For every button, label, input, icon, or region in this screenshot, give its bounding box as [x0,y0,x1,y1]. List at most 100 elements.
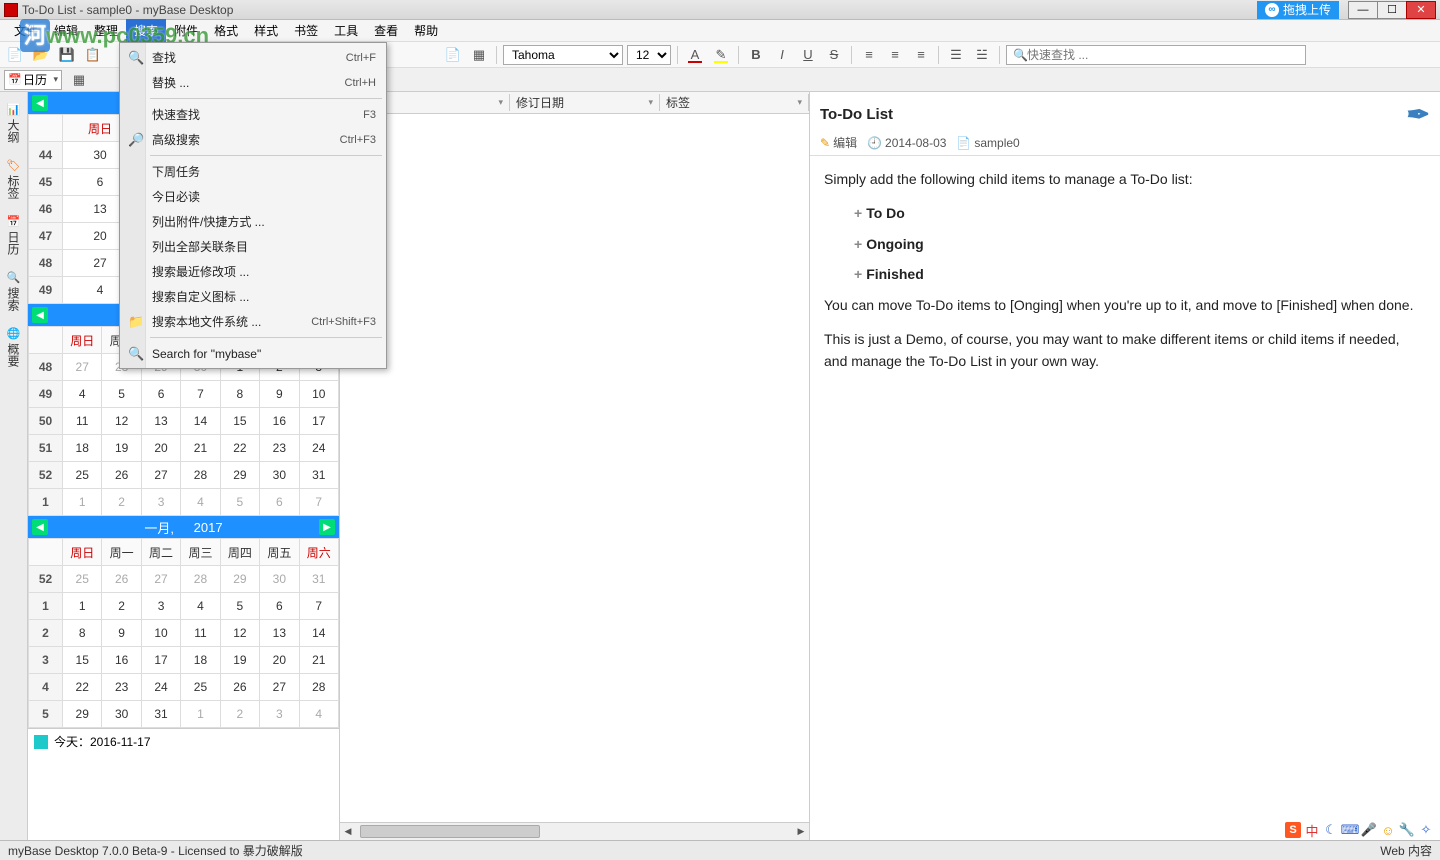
status-right: Web 内容 [1380,842,1432,859]
menu-item[interactable]: 搜索最近修改项 ... [122,259,384,284]
search-input[interactable] [1011,48,1285,62]
keyboard-icon[interactable]: ⌨ [1342,822,1358,838]
align-left-button[interactable]: ≡ [858,44,880,66]
prev-month-button[interactable] [32,307,48,323]
doc-paragraph: You can move To-Do items to [Onging] whe… [824,294,1426,316]
doc-paragraph: This is just a Demo, of course, you may … [824,328,1426,373]
sidebar-tab-标签[interactable]: 🏷标签 [0,152,27,206]
calendar-icon: 📅 [8,73,22,86]
col-tags[interactable]: 标签 [660,94,809,111]
menu-item[interactable]: 📁搜索本地文件系统 ...Ctrl+Shift+F3 [122,309,384,334]
calendar-tab-dropdown[interactable]: 📅 日历 [4,70,62,90]
menu-item[interactable]: 下周任务 [122,159,384,184]
menu-附件[interactable]: 附件 [166,19,206,42]
menu-搜索[interactable]: 搜索 [126,19,166,42]
menu-工具[interactable]: 工具 [326,19,366,42]
toolbar-icon[interactable]: 📋 [82,44,104,66]
toolbar-icon[interactable]: 💾 [56,44,78,66]
align-center-button[interactable]: ≡ [884,44,906,66]
menu-item[interactable]: 列出全部关联条目 [122,234,384,259]
content-panel: To-Do List ✒ ✎编辑 🕘2014-08-03 📄sample0 Si… [810,92,1440,840]
strike-button[interactable]: S [823,44,845,66]
today-label: 今天：2016-11-17 [54,733,151,750]
menu-书签[interactable]: 书签 [286,19,326,42]
doc-body: Simply add the following child items to … [810,156,1440,397]
maximize-button[interactable]: ☐ [1377,1,1407,19]
smile-icon[interactable]: ☺ [1380,822,1396,838]
sidebar-tab-大纲[interactable]: 📊大纲 [0,96,27,150]
menu-文件[interactable]: 文件 [6,19,46,42]
next-month-button[interactable] [319,519,335,535]
menu-帮助[interactable]: 帮助 [406,19,446,42]
menu-样式[interactable]: 样式 [246,19,286,42]
close-button[interactable]: ✕ [1406,1,1436,19]
sidebar-tab-搜索[interactable]: 🔍搜索 [0,264,27,318]
left-sidebar-tabs: 📊大纲🏷标签📅日历🔍搜索🌐概要 [0,92,28,840]
menu-item[interactable]: 快速查找F3 [122,102,384,127]
font-color-button[interactable]: A [684,44,706,66]
tool-icon[interactable]: 🔧 [1399,822,1415,838]
prev-month-button[interactable] [32,95,48,111]
ime-lang-icon[interactable]: 中 [1304,822,1320,838]
scroll-right-button[interactable]: ▶ [793,823,809,840]
quick-search[interactable]: 🔍 [1006,45,1306,65]
menu-item[interactable]: 🔍Search for "mybase" [122,341,384,366]
toolbar-icon[interactable]: 📄 [442,44,464,66]
minimize-button[interactable]: — [1348,1,1378,19]
menu-item[interactable]: 今日必读 [122,184,384,209]
align-right-button[interactable]: ≡ [910,44,932,66]
system-tray: S 中 ☾ ⌨ 🎤 ☺ 🔧 ✧ [1285,822,1434,838]
status-left: myBase Desktop 7.0.0 Beta-9 - Licensed t… [8,842,303,859]
font-name-select[interactable]: Tahoma [503,45,623,65]
menu-编辑[interactable]: 编辑 [46,19,86,42]
moon-icon[interactable]: ☾ [1323,822,1339,838]
horizontal-scrollbar[interactable]: ◀ ▶ [340,822,809,840]
tree-header: 目 修订日期 标签 [340,92,809,114]
list-bullet-button[interactable]: ☰ [945,44,967,66]
menu-格式[interactable]: 格式 [206,19,246,42]
statusbar: myBase Desktop 7.0.0 Beta-9 - Licensed t… [0,840,1440,860]
menu-item[interactable]: 搜索自定义图标 ... [122,284,384,309]
doc-sample: 📄sample0 [956,136,1019,150]
edit-button[interactable]: ✎编辑 [820,134,857,151]
list-number-button[interactable]: ☱ [971,44,993,66]
menubar: 文件编辑整理搜索附件格式样式书签工具查看帮助 [0,20,1440,42]
menu-item[interactable]: 🔎高级搜索Ctrl+F3 [122,127,384,152]
toolbar-icon[interactable]: 📂 [30,44,52,66]
doc-date: 🕘2014-08-03 [867,136,946,150]
menu-item[interactable]: 🔍查找Ctrl+F [122,45,384,70]
menu-整理[interactable]: 整理 [86,19,126,42]
highlight-color-button[interactable]: ✎ [710,44,732,66]
bold-button[interactable]: B [745,44,767,66]
sidebar-tab-日历[interactable]: 📅日历 [0,208,27,262]
doc-title: To-Do List [820,106,893,123]
calendar-nav-jan: 一月, 2017 [28,516,339,538]
font-size-select[interactable]: 12 [627,45,671,65]
cloud-upload-button[interactable]: ∞ 拖拽上传 [1257,1,1339,19]
tree-content[interactable] [340,114,809,822]
doc-item: +To Do [824,202,1426,224]
calendar-january[interactable]: 周日周一周二周三周四周五周六52252627282930311123456728… [28,538,339,728]
app-icon [4,3,18,17]
italic-button[interactable]: I [771,44,793,66]
scroll-thumb[interactable] [360,825,540,838]
prev-month-button[interactable] [32,519,48,535]
underline-button[interactable]: U [797,44,819,66]
toolbar-icon[interactable]: 📄 [4,44,26,66]
feather-icon: ✒ [1407,98,1430,131]
search-menu-dropdown: 🔍查找Ctrl+F替换 ...Ctrl+H 快速查找F3🔎高级搜索Ctrl+F3 下… [119,42,387,369]
toolbar-icon[interactable]: ▦ [468,44,490,66]
tree-panel: 目 修订日期 标签 ◀ ▶ [340,92,810,840]
sogou-ime-icon[interactable]: S [1285,822,1301,838]
tab-nav-button[interactable]: ▦ [68,69,90,91]
today-bar[interactable]: 今天：2016-11-17 [28,728,339,754]
menu-item[interactable]: 列出附件/快捷方式 ... [122,209,384,234]
mic-icon[interactable]: 🎤 [1361,822,1377,838]
sidebar-tab-概要[interactable]: 🌐概要 [0,320,27,374]
col-date[interactable]: 修订日期 [510,94,660,111]
scroll-left-button[interactable]: ◀ [340,823,356,840]
wrench-icon[interactable]: ✧ [1418,822,1434,838]
menu-item[interactable]: 替换 ...Ctrl+H [122,70,384,95]
doc-paragraph: Simply add the following child items to … [824,168,1426,190]
menu-查看[interactable]: 查看 [366,19,406,42]
